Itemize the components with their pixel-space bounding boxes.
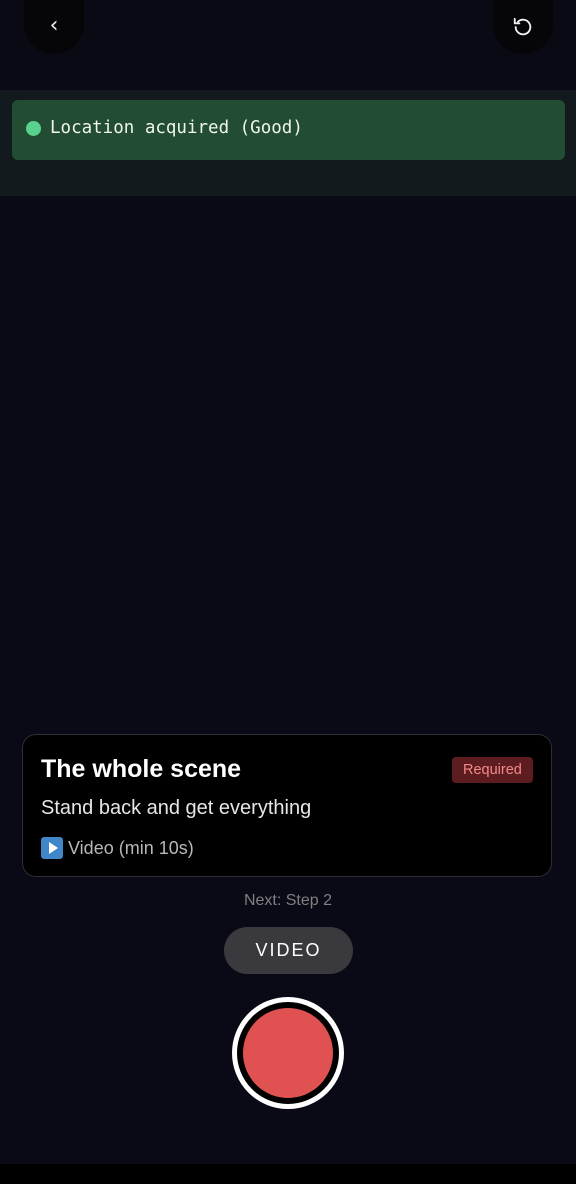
required-badge: Required xyxy=(452,757,533,783)
location-status-banner: Location acquired (Good) xyxy=(0,90,576,196)
record-button[interactable] xyxy=(232,997,344,1109)
location-status-text: Location acquired (Good) xyxy=(50,118,303,138)
next-step-label: Next: Step 2 xyxy=(243,892,333,909)
location-status-pill: Location acquired (Good) xyxy=(12,100,565,160)
bottom-nav-bar xyxy=(0,1164,576,1184)
reset-button[interactable] xyxy=(493,0,553,54)
top-bar: ‹ xyxy=(0,0,576,80)
media-requirement: Video (min 10s) xyxy=(41,837,194,859)
media-requirement-label: Video (min 10s) xyxy=(68,837,194,858)
rotate-ccw-icon xyxy=(513,17,532,36)
step-subtitle: Stand back and get everything xyxy=(41,797,312,819)
record-button-core xyxy=(243,1008,333,1098)
status-dot-icon xyxy=(26,121,41,136)
capture-mode-button[interactable]: VIDEO xyxy=(224,927,353,974)
chevron-left-icon: ‹ xyxy=(49,13,59,38)
play-button-icon xyxy=(41,837,63,859)
back-button[interactable]: ‹ xyxy=(24,0,84,54)
step-card: The whole scene Required Stand back and … xyxy=(22,734,552,877)
step-title: The whole scene xyxy=(41,755,242,783)
